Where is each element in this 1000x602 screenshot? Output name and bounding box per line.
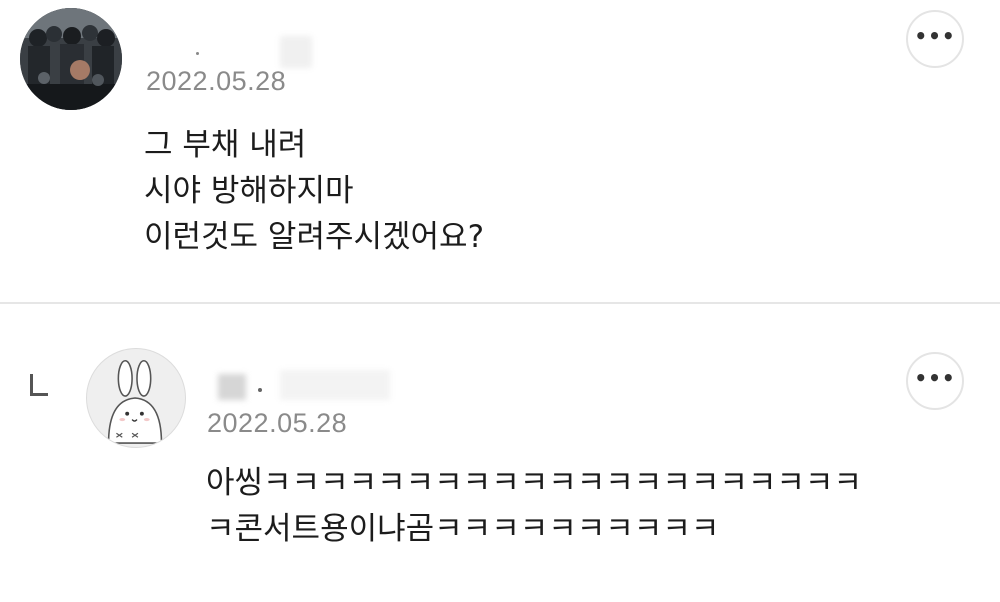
avatar[interactable] [20, 8, 122, 110]
comment-line: ㅋ콘서트용이냐곰ㅋㅋㅋㅋㅋㅋㅋㅋㅋㅋ [206, 511, 720, 547]
more-horizontal-icon: ••• [914, 366, 956, 390]
more-options-button[interactable]: ••• [906, 352, 964, 410]
comment-thread: 2022.05.28 그 부채 내려 시야 방해하지마 이런것도 알려주시겠어요… [0, 0, 1000, 602]
comment-line: 시야 방해하지마 [144, 173, 354, 209]
more-horizontal-icon: ••• [914, 24, 956, 48]
username-redacted [280, 370, 390, 400]
reply-arrow-icon [30, 374, 48, 396]
username-redacted [218, 374, 246, 400]
comment-date: 2022.05.28 [207, 408, 348, 438]
comment-body: 그 부채 내려 시야 방해하지마 이런것도 알려주시겠어요? [144, 122, 484, 260]
rabbit-illustration-icon [107, 359, 163, 444]
comment-body: 아씽ㅋㅋㅋㅋㅋㅋㅋㅋㅋㅋㅋㅋㅋㅋㅋㅋㅋㅋㅋㅋㅋ ㅋ콘서트용이냐곰ㅋㅋㅋㅋㅋㅋㅋㅋ… [206, 460, 862, 552]
comment-line: 아씽ㅋㅋㅋㅋㅋㅋㅋㅋㅋㅋㅋㅋㅋㅋㅋㅋㅋㅋㅋㅋㅋ [206, 465, 862, 501]
crowd-photo-icon [20, 8, 122, 110]
avatar[interactable] [86, 348, 186, 448]
comment-line: 그 부채 내려 [144, 127, 307, 163]
comment: 2022.05.28 그 부채 내려 시야 방해하지마 이런것도 알려주시겠어요… [0, 0, 1000, 302]
comment-date: 2022.05.28 [146, 66, 287, 96]
reply-comment: 2022.05.28 아씽ㅋㅋㅋㅋㅋㅋㅋㅋㅋㅋㅋㅋㅋㅋㅋㅋㅋㅋㅋㅋㅋ ㅋ콘서트용… [0, 304, 1000, 602]
more-options-button[interactable]: ••• [906, 10, 964, 68]
username-redacted [280, 36, 312, 68]
comment-line: 이런것도 알려주시겠어요? [144, 219, 485, 255]
